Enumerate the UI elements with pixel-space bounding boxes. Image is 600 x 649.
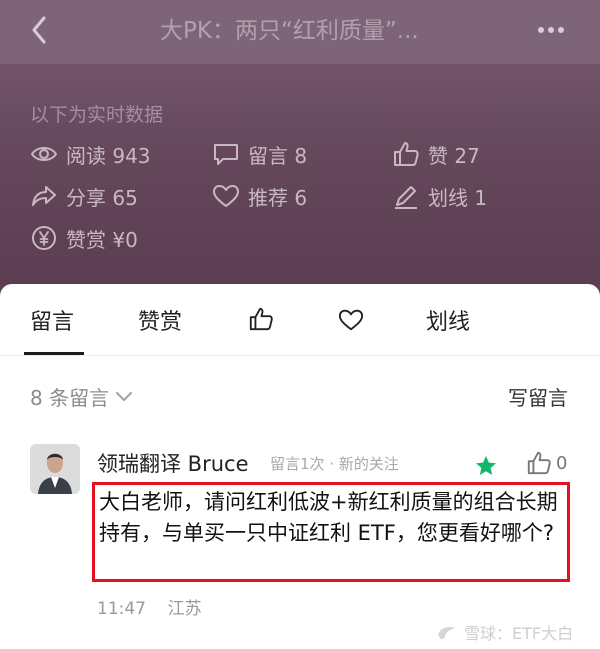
chevron-left-icon[interactable] [26, 14, 54, 46]
yen-icon [32, 226, 56, 250]
avatar-image [30, 444, 80, 494]
comment-time-location: 11:47 江苏 [97, 594, 202, 619]
stat-rewards: 赞赏 ¥0 [30, 223, 138, 253]
stat-highlights: 划线 1 [392, 181, 487, 211]
like-count: 0 [556, 452, 568, 474]
thumb-up-icon [527, 451, 551, 475]
tab-heart-icon[interactable] [338, 307, 364, 333]
stat-highlights-label: 划线 1 [428, 185, 488, 210]
share-icon [32, 186, 56, 206]
stat-reads-label: 阅读 943 [66, 143, 151, 168]
comment-icon [214, 144, 238, 165]
tab-bar: 留言 赞赏 划线 [0, 284, 600, 356]
tab-highlights[interactable]: 划线 [426, 304, 470, 336]
comment-author[interactable]: 领瑞翻译 Bruce [97, 448, 249, 478]
tab-rewards[interactable]: 赞赏 [138, 304, 182, 336]
watermark-text: 雪球：ETF大白 [464, 624, 574, 643]
thumb-up-icon [394, 142, 419, 166]
stat-recommends-label: 推荐 6 [248, 185, 308, 210]
stat-shares: 分享 65 [30, 181, 138, 211]
stat-recommends: 推荐 6 [212, 181, 307, 211]
comments-sheet: 留言 赞赏 划线 8 条留言 写留言 领瑞翻译 Bruce 留言1次 · 新的关… [0, 284, 600, 649]
stat-comments: 留言 8 [212, 139, 307, 169]
heart-icon [213, 185, 239, 207]
pen-icon [395, 186, 417, 209]
comment-time: 11:47 [97, 599, 146, 619]
comment-text: 大白老师，请问红利低波+新红利质量的组合长期持有，与单买一只中证红利 ETF，您… [99, 490, 558, 545]
nav-bar: 大PK：两只“红利质量”... [0, 0, 600, 64]
stat-likes: 赞 27 [392, 139, 480, 169]
watermark: 雪球：ETF大白 [436, 620, 573, 644]
stat-likes-label: 赞 27 [428, 143, 480, 168]
write-comment-button[interactable]: 写留言 [508, 382, 568, 411]
comment-meta: 留言1次 · 新的关注 [270, 455, 399, 473]
snowball-logo-icon [438, 627, 456, 639]
stat-comments-label: 留言 8 [248, 143, 308, 168]
more-dots-icon[interactable] [536, 20, 566, 40]
chevron-down-icon [116, 391, 133, 401]
stats-caption: 以下为实时数据 [30, 104, 164, 126]
tab-comments[interactable]: 留言 [30, 304, 74, 336]
page-title: 大PK：两只“红利质量”... [160, 18, 419, 44]
star-icon [476, 456, 496, 475]
stat-rewards-label: 赞赏 ¥0 [66, 227, 138, 252]
avatar[interactable] [30, 444, 80, 494]
divider [0, 355, 600, 356]
article-stats-panel: 大PK：两只“红利质量”... 以下为实时数据 阅读 943 留言 8 赞 27… [0, 0, 600, 290]
comment-like-button[interactable]: 0 [526, 450, 567, 476]
comment-count-label: 8 条留言 [30, 386, 110, 410]
stat-shares-label: 分享 65 [66, 185, 138, 210]
tab-thumb-up-icon[interactable] [248, 306, 274, 332]
comment-location: 江苏 [167, 599, 202, 619]
highlighted-comment: 大白老师，请问红利低波+新红利质量的组合长期持有，与单买一只中证红利 ETF，您… [92, 482, 570, 582]
comment-count-dropdown[interactable]: 8 条留言 [30, 382, 133, 411]
eye-icon [30, 147, 58, 161]
stat-reads: 阅读 943 [30, 139, 151, 169]
